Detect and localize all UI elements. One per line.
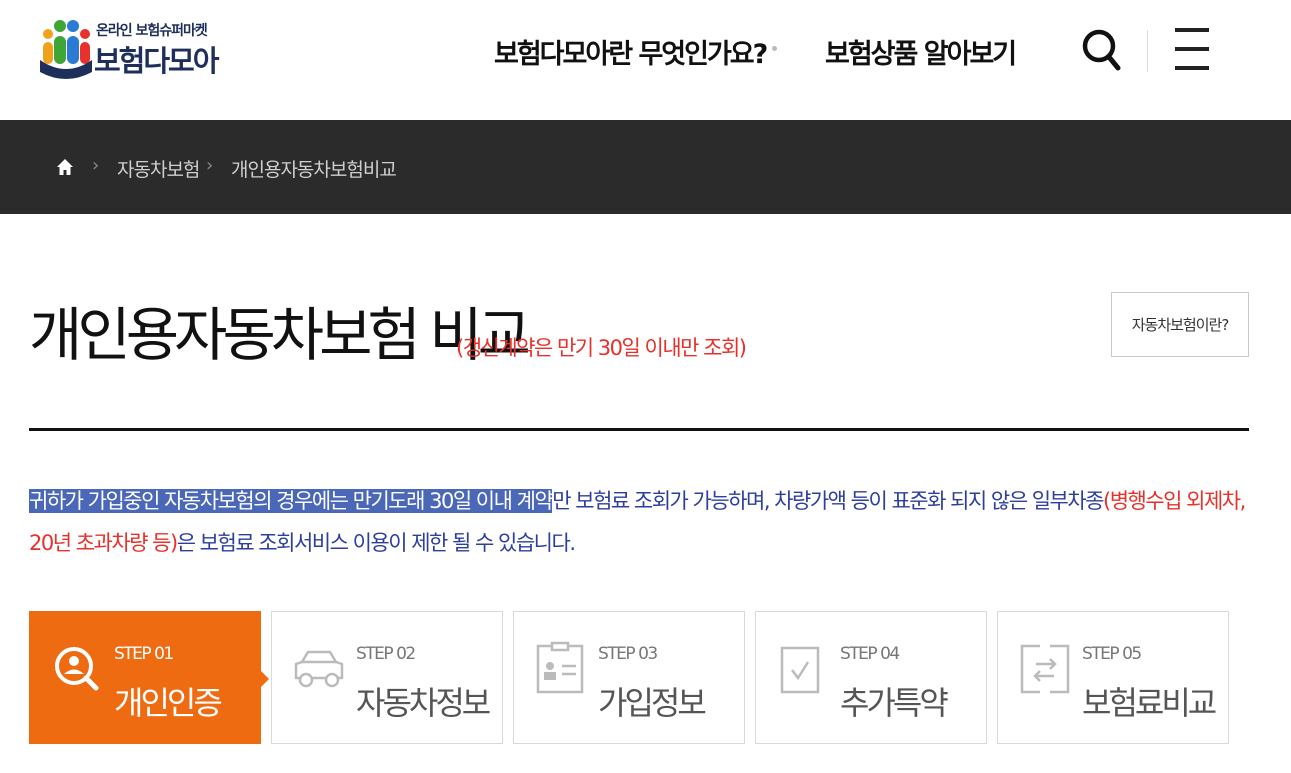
page-title: 개인용자동차보험 비교 <box>29 301 531 369</box>
step-3-subscription-info[interactable]: STEP 03 가입정보 <box>513 611 745 744</box>
step-number: STEP 01 <box>114 644 174 664</box>
nav-separator-dot <box>772 46 777 51</box>
hamburger-icon-bar-top <box>1175 28 1209 32</box>
step-name: 보험료비교 <box>1082 684 1217 722</box>
step-number: STEP 05 <box>1082 644 1142 664</box>
id-card-icon <box>536 641 584 694</box>
step-2-car-info[interactable]: STEP 02 자동차정보 <box>271 611 503 744</box>
step-navigation: STEP 01 개인인증 STEP 02 자동차정보 STEP 03 가입정보 … <box>29 611 1229 744</box>
notice-text: 귀하가 가입중인 자동차보험의 경우에는 만기도래 30일 이내 계약만 보험료… <box>29 480 1259 564</box>
brand-name: 보험다모아 <box>94 44 219 78</box>
nav-products-link[interactable]: 보험상품 알아보기 <box>825 32 1017 71</box>
step-5-premium-compare[interactable]: STEP 05 보험료비교 <box>997 611 1229 744</box>
step-name: 개인인증 <box>114 684 223 722</box>
person-search-icon <box>55 647 99 691</box>
brand-logo[interactable]: 온라인 보험슈퍼마켓 보험다모아 <box>38 14 219 86</box>
breadcrumb-item-car-insurance[interactable]: 자동차보험 <box>117 155 200 182</box>
step-name: 추가특약 <box>840 684 949 722</box>
breadcrumb-item-personal-compare[interactable]: 개인용자동차보험비교 <box>231 155 397 182</box>
car-icon <box>294 650 344 688</box>
step-name: 자동차정보 <box>356 684 491 722</box>
notice-text-part1: 만 보험료 조회가 가능하며, 차량가액 등이 표준화 되지 않은 일부차종 <box>552 489 1104 513</box>
notice-highlighted-text: 귀하가 가입중인 자동차보험의 경우에는 만기도래 30일 이내 계약 <box>29 489 554 513</box>
hamburger-icon-bar-bottom <box>1175 66 1209 70</box>
people-logo-icon <box>40 20 92 79</box>
step-number: STEP 04 <box>840 644 900 664</box>
site-header: 온라인 보험슈퍼마켓 보험다모아 보험다모아란 무엇인가요? 보험상품 알아보기 <box>0 0 1291 120</box>
step-1-personal-auth[interactable]: STEP 01 개인인증 <box>29 611 269 744</box>
menu-button[interactable] <box>1175 28 1211 72</box>
renewal-note: (갱신계약은 만기 30일 이내만 조회) <box>456 336 747 360</box>
step-name: 가입정보 <box>598 684 707 722</box>
header-divider <box>1147 30 1148 72</box>
home-icon[interactable] <box>56 158 74 176</box>
title-divider <box>29 428 1249 431</box>
compare-icon <box>1020 644 1070 694</box>
checkbox-icon <box>780 646 820 694</box>
step-number: STEP 02 <box>356 644 416 664</box>
brand-subtitle: 온라인 보험슈퍼마켓 <box>96 23 208 39</box>
chevron-right-icon: › <box>206 155 214 176</box>
hamburger-icon-bar-middle <box>1175 47 1209 51</box>
chevron-right-icon: › <box>92 155 100 176</box>
step-4-additional-rider[interactable]: STEP 04 추가특약 <box>755 611 987 744</box>
step-number: STEP 03 <box>598 644 658 664</box>
search-icon <box>1082 29 1121 71</box>
search-button[interactable] <box>1081 27 1121 71</box>
nav-about-link[interactable]: 보험다모아란 무엇인가요? <box>494 32 768 71</box>
about-car-insurance-button[interactable]: 자동차보험이란? <box>1111 292 1249 357</box>
notice-text-part2: 은 보험료 조회서비스 이용이 제한 될 수 있습니다. <box>176 531 576 555</box>
